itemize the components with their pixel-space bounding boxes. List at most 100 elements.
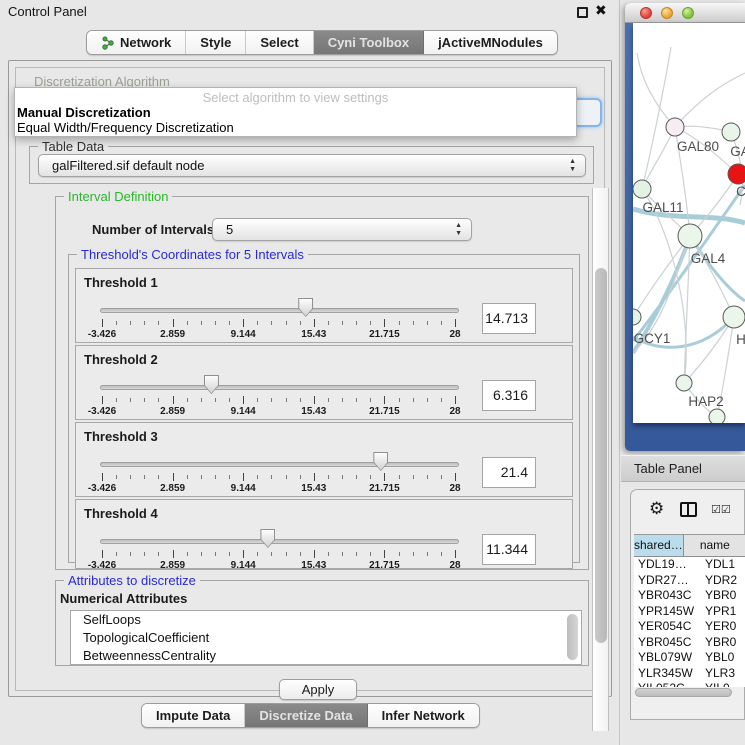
- tab-discretize-data[interactable]: Discretize Data: [245, 704, 367, 727]
- network-canvas[interactable]: GAL80GAGAL11CGAL4GCY1HHAP2: [633, 23, 745, 423]
- settings-scrollbar-track[interactable]: [592, 188, 609, 731]
- interval-definition-group-title: Interval Definition: [64, 189, 172, 204]
- network-node: [678, 224, 702, 248]
- table-row[interactable]: YBL079WYBL0: [634, 650, 745, 666]
- network-node-label: HAP2: [688, 394, 723, 409]
- threshold-1-label: Threshold 1: [84, 275, 158, 290]
- network-edge: [684, 236, 690, 383]
- threshold-1-slider-track[interactable]: [100, 308, 459, 313]
- node-table[interactable]: shared… name YDL19…YDL1YDR27…YDR2YBR043C…: [634, 534, 745, 687]
- gear-icon[interactable]: ⚙: [649, 499, 664, 519]
- column-header-shared-name[interactable]: shared…: [634, 535, 684, 556]
- network-window-titlebar[interactable]: [625, 3, 745, 23]
- table-row[interactable]: YBR043CYBR0: [634, 588, 745, 604]
- thresholds-group-title: Threshold's Coordinates for 5 Intervals: [77, 247, 308, 262]
- column-header-name[interactable]: name: [684, 535, 745, 556]
- threshold-4-slider-thumb[interactable]: [260, 529, 275, 548]
- cyni-toolbox-panel: Discretization Algorithm Table Data galF…: [8, 60, 612, 697]
- threshold-4-value-field[interactable]: 11.344: [482, 534, 536, 565]
- table-hscrollbar[interactable]: [635, 688, 743, 698]
- tab-jactivemnodules-label: jActiveMNodules: [438, 35, 543, 50]
- combo-stepper-icon: ▲▼: [455, 222, 462, 238]
- tab-impute-data[interactable]: Impute Data: [142, 704, 245, 727]
- table-toolbar: ⚙ ☑☑: [631, 490, 744, 533]
- table-header-row: shared… name: [634, 535, 745, 557]
- algorithm-dropdown-popup: Select algorithm to view settings Manual…: [14, 87, 577, 137]
- tab-style-label: Style: [200, 35, 231, 50]
- network-node-label: C: [736, 184, 745, 199]
- tab-cyni-toolbox[interactable]: Cyni Toolbox: [314, 31, 424, 54]
- tab-select-label: Select: [260, 35, 298, 50]
- table-hscrollbar-thumb[interactable]: [635, 688, 732, 697]
- threshold-4-slider-track[interactable]: [100, 539, 459, 544]
- network-edge: [684, 317, 734, 383]
- table-data-group-title: Table Data: [38, 139, 108, 154]
- attribute-item[interactable]: BetweennessCentrality: [71, 647, 581, 665]
- close-icon[interactable]: ✖: [595, 2, 607, 19]
- network-node: [709, 409, 725, 423]
- tab-jactivemnodules[interactable]: jActiveMNodules: [424, 31, 557, 54]
- num-intervals-label: Number of Intervals: [92, 222, 214, 237]
- tab-network[interactable]: Network: [87, 31, 186, 54]
- network-node: [633, 309, 641, 325]
- numerical-attributes-label: Numerical Attributes: [60, 591, 187, 606]
- threshold-1-slider-thumb[interactable]: [298, 298, 313, 317]
- table-row[interactable]: YER054CYER0: [634, 619, 745, 635]
- attribute-item[interactable]: TopologicalCoefficient: [71, 629, 581, 647]
- table-row[interactable]: YBR045CYBR0: [634, 635, 745, 651]
- threshold-4-label: Threshold 4: [84, 506, 158, 521]
- algorithm-option-equal-width[interactable]: Equal Width/Frequency Discretization: [17, 120, 234, 135]
- mac-zoom-icon[interactable]: [682, 7, 694, 19]
- panel-title: Control Panel: [8, 4, 87, 19]
- num-intervals-combo[interactable]: 5 ▲▼: [212, 218, 472, 241]
- attribute-item[interactable]: SelfLoops: [71, 611, 581, 629]
- table-data-group: Table Data galFiltered.sif default node …: [29, 146, 594, 184]
- network-edge: [637, 53, 675, 127]
- mac-minimize-icon[interactable]: [661, 7, 673, 19]
- algorithm-hint-option[interactable]: Select algorithm to view settings: [15, 90, 576, 105]
- threshold-4-ticks: [102, 550, 455, 559]
- threshold-3-slider-thumb[interactable]: [373, 452, 388, 471]
- table-row[interactable]: YIL052CYIL0: [634, 681, 745, 687]
- table-row[interactable]: YPR145WYPR1: [634, 604, 745, 620]
- tab-select[interactable]: Select: [246, 31, 313, 54]
- split-columns-icon[interactable]: [680, 502, 697, 517]
- tab-network-label: Network: [120, 35, 171, 50]
- threshold-2-slider-track[interactable]: [100, 385, 459, 390]
- threshold-2-box: Threshold 2 -3.4262.8599.14415.4321.7152…: [75, 345, 573, 420]
- network-node: [722, 123, 740, 141]
- tab-style[interactable]: Style: [186, 31, 246, 54]
- tab-infer-network[interactable]: Infer Network: [368, 704, 479, 727]
- algorithm-option-manual[interactable]: Manual Discretization: [17, 105, 151, 120]
- table-row[interactable]: YDL19…YDL1: [634, 557, 745, 573]
- settings-scrollbar-thumb[interactable]: [595, 268, 607, 643]
- attribute-items: SelfLoopsTopologicalCoefficientBetweenne…: [71, 611, 581, 665]
- network-icon: [101, 36, 115, 50]
- checkbox-columns-icon[interactable]: ☑☑: [711, 503, 731, 516]
- table-panel-title: Table Panel: [634, 461, 702, 476]
- numerical-attributes-list[interactable]: SelfLoopsTopologicalCoefficientBetweenne…: [70, 610, 582, 665]
- threshold-3-value-field[interactable]: 21.4: [482, 457, 536, 488]
- combo-stepper-icon: ▲▼: [569, 158, 576, 174]
- threshold-2-slider-thumb[interactable]: [204, 375, 219, 394]
- threshold-2-value-field[interactable]: 6.316: [482, 380, 536, 411]
- mac-close-icon[interactable]: [640, 7, 652, 19]
- threshold-4-box: Threshold 4 -3.4262.8599.14415.4321.7152…: [75, 499, 573, 569]
- threshold-1-value-field[interactable]: 14.713: [482, 303, 536, 334]
- threshold-1-box: Threshold 1 -3.4262.8599.14415.4321.7152…: [75, 268, 573, 343]
- threshold-3-ticks: [102, 473, 455, 482]
- float-window-icon[interactable]: [577, 7, 588, 18]
- threshold-3-slider-track[interactable]: [100, 462, 459, 467]
- node-table-panel: ⚙ ☑☑ shared… name YDL19…YDL1YDR27…YDR2YB…: [630, 489, 745, 720]
- apply-button[interactable]: Apply: [279, 679, 357, 700]
- network-node: [723, 306, 745, 328]
- table-row[interactable]: YLR345WYLR3: [634, 666, 745, 682]
- table-row[interactable]: YDR27…YDR2: [634, 573, 745, 589]
- attributes-scrollbar[interactable]: [567, 614, 578, 660]
- table-data-combo[interactable]: galFiltered.sif default node ▲▼: [38, 154, 586, 177]
- network-node-label: GAL80: [677, 139, 719, 154]
- network-node: [666, 118, 684, 136]
- table-rows: YDL19…YDL1YDR27…YDR2YBR043CYBR0YPR145WYP…: [634, 557, 745, 687]
- network-node: [633, 180, 651, 198]
- network-node: [728, 164, 745, 184]
